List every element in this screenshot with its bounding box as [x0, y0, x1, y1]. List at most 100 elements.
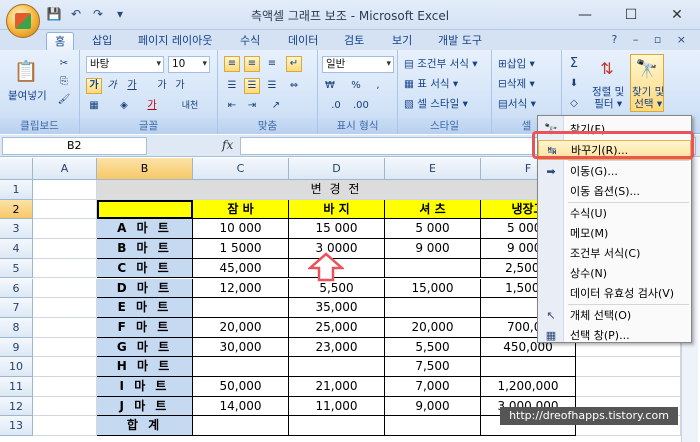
column-header-c[interactable]: C	[193, 158, 289, 180]
row-header-9[interactable]: 9	[0, 337, 33, 358]
tab-formulas[interactable]: 수식	[240, 32, 260, 50]
header-cell[interactable]: 셔 츠	[385, 199, 481, 220]
cell-a3[interactable]	[33, 219, 97, 240]
store-name-cell[interactable]: G 마 트	[97, 337, 193, 358]
row-header-13[interactable]: 13	[0, 416, 33, 437]
decrease-indent-icon[interactable]: ⇤	[224, 98, 240, 114]
store-name-cell[interactable]: A 마 트	[97, 219, 193, 240]
row-header-10[interactable]: 10	[0, 357, 33, 377]
select-all-corner[interactable]	[0, 158, 33, 180]
align-bottom-icon[interactable]: ≡	[264, 56, 280, 72]
value-cell[interactable]: 11,000	[289, 396, 385, 417]
value-cell[interactable]: 10 000	[193, 219, 289, 240]
value-cell[interactable]: 14,000	[193, 396, 289, 417]
menu-item[interactable]: 조건부 서식(C)	[538, 244, 691, 264]
conditional-format-button[interactable]: ▤ 조건부 서식 ▾	[404, 56, 478, 71]
row-header-1[interactable]: 1	[0, 180, 33, 200]
value-cell[interactable]	[385, 298, 481, 318]
menu-item[interactable]: ▦ 선택 창(P)...	[538, 326, 691, 346]
cell-a2[interactable]	[33, 199, 97, 220]
row-header-8[interactable]: 8	[0, 317, 33, 338]
store-name-cell[interactable]: E 마 트	[97, 298, 193, 318]
value-cell[interactable]: 20,000	[193, 317, 289, 338]
header-cell[interactable]: 잠 바	[193, 199, 289, 220]
sheet-title-cell[interactable]: 변 경 전	[97, 180, 576, 200]
find-select-button[interactable]: 찾기 및 선택 ▾	[632, 86, 664, 110]
column-header-b[interactable]: B	[97, 158, 193, 180]
row-header-6[interactable]: 6	[0, 278, 33, 299]
maximize-button[interactable]: ☐	[608, 0, 654, 30]
value-cell[interactable]: 5 000	[385, 219, 481, 240]
value-cell[interactable]: 1 5000	[193, 239, 289, 259]
value-cell[interactable]: 9 000	[385, 239, 481, 259]
value-cell[interactable]	[385, 416, 481, 437]
value-cell[interactable]: 9,000	[385, 396, 481, 417]
column-header-e[interactable]: E	[385, 158, 481, 180]
italic-button[interactable]: 가	[104, 78, 120, 94]
cell-a7[interactable]	[33, 298, 97, 318]
value-cell[interactable]	[193, 298, 289, 318]
bold-button[interactable]: 가	[86, 78, 102, 94]
tab-review[interactable]: 검토	[344, 32, 364, 50]
orientation-icon[interactable]: ↗	[268, 98, 284, 114]
value-cell[interactable]	[193, 416, 289, 437]
store-name-cell[interactable]: 합 계	[97, 416, 193, 437]
fx-icon[interactable]: fx	[222, 138, 233, 152]
copy-icon[interactable]: ⎘	[56, 74, 72, 90]
percent-button[interactable]: %	[348, 78, 364, 94]
store-name-cell[interactable]: I 마 트	[97, 377, 193, 397]
format-cells-button[interactable]: ▤서식 ▾	[498, 96, 536, 111]
name-box[interactable]: B2	[2, 137, 147, 155]
menu-item[interactable]: ➡ 이동(G)...	[538, 162, 691, 182]
office-button[interactable]	[6, 4, 40, 38]
store-name-cell[interactable]: C 마 트	[97, 258, 193, 279]
value-cell[interactable]: 23,000	[289, 337, 385, 358]
paste-icon[interactable]: 📋	[12, 56, 40, 86]
store-name-cell[interactable]: F 마 트	[97, 317, 193, 338]
row-header-5[interactable]: 5	[0, 258, 33, 279]
tab-page-layout[interactable]: 페이지 레이아웃	[138, 32, 212, 50]
cell-a11[interactable]	[33, 377, 97, 397]
value-cell[interactable]	[289, 357, 385, 377]
merge-icon[interactable]: ⇔	[286, 78, 302, 94]
cell-a6[interactable]	[33, 278, 97, 299]
cell-g11[interactable]	[576, 377, 681, 397]
row-header-4[interactable]: 4	[0, 239, 33, 259]
value-cell[interactable]	[193, 357, 289, 377]
phonetic-button[interactable]: 내천	[176, 98, 204, 114]
cell-a1[interactable]	[33, 180, 97, 200]
cell-a5[interactable]	[33, 258, 97, 279]
number-format-select[interactable]: 일반	[322, 56, 394, 73]
cell-a4[interactable]	[33, 239, 97, 259]
autosum-button[interactable]: Σ	[566, 56, 582, 72]
value-cell[interactable]: 50,000	[193, 377, 289, 397]
comma-button[interactable]: ,	[370, 78, 386, 94]
tab-data[interactable]: 데이터	[288, 32, 318, 50]
cell-a8[interactable]	[33, 317, 97, 338]
value-cell[interactable]: 15,000	[385, 278, 481, 299]
minimize-button[interactable]: —	[562, 0, 608, 30]
menu-item[interactable]: 메모(M)	[538, 224, 691, 244]
close-button[interactable]: ✕	[654, 0, 700, 30]
store-name-cell[interactable]: H 마 트	[97, 357, 193, 377]
align-center-icon[interactable]: ☰	[244, 78, 260, 94]
value-cell[interactable]: 30,000	[193, 337, 289, 358]
value-cell[interactable]: 45,000	[193, 258, 289, 279]
delete-cells-button[interactable]: ⊟삭제 ▾	[498, 76, 535, 91]
cell-b2-selected[interactable]	[97, 199, 193, 220]
align-left-icon[interactable]: ☰	[224, 78, 240, 94]
cell-a10[interactable]	[33, 357, 97, 377]
paste-label[interactable]: 붙여넣기	[8, 88, 47, 103]
column-header-d[interactable]: D	[289, 158, 385, 180]
store-name-cell[interactable]: J 마 트	[97, 396, 193, 417]
font-color-button[interactable]: 가	[144, 98, 160, 114]
value-cell[interactable]: 20,000	[385, 317, 481, 338]
row-header-11[interactable]: 11	[0, 377, 33, 397]
row-header-3[interactable]: 3	[0, 219, 33, 240]
value-cell[interactable]: 12,000	[193, 278, 289, 299]
value-cell[interactable]	[481, 357, 576, 377]
store-name-cell[interactable]: B 마 트	[97, 239, 193, 259]
font-name-select[interactable]: 바탕	[86, 56, 164, 73]
value-cell[interactable]: 25,000	[289, 317, 385, 338]
align-right-icon[interactable]: ☰	[264, 78, 280, 94]
